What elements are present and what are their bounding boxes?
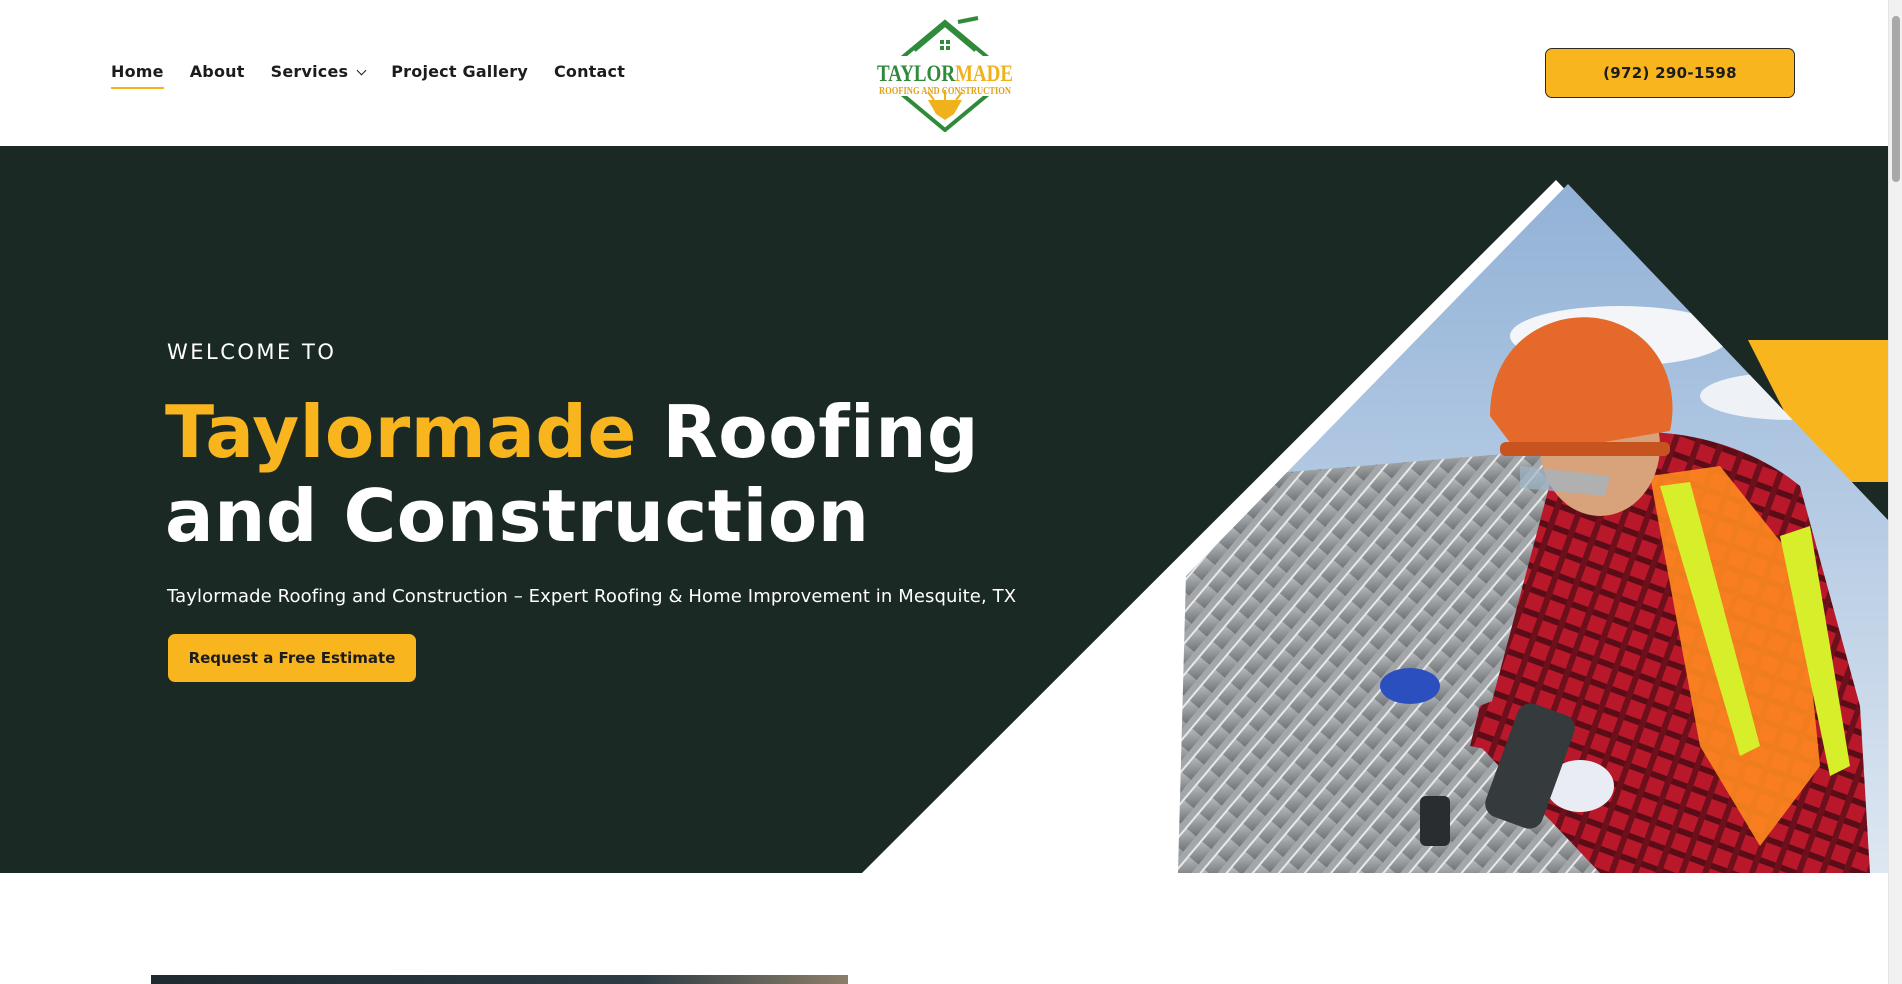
phone-button[interactable]: (972) 290-1598 xyxy=(1545,48,1795,98)
hero-section: WELCOME TO Taylormade Roofing and Constr… xyxy=(0,146,1888,873)
svg-text:TAYLORMADE: TAYLORMADE xyxy=(877,61,1013,86)
nav-contact[interactable]: Contact xyxy=(554,62,625,81)
page-scrollbar[interactable] xyxy=(1888,0,1902,984)
logo-name-part2: MADE xyxy=(955,61,1013,86)
logo-emblem: TAYLORMADE ROOFING AND CONSTRUCTION xyxy=(876,16,1014,133)
hero-headline-brand: Taylormade xyxy=(165,390,637,474)
site-header: Home About Services Project Gallery Cont… xyxy=(0,0,1888,146)
request-estimate-button[interactable]: Request a Free Estimate xyxy=(168,634,416,682)
logo-subtitle: ROOFING AND CONSTRUCTION xyxy=(879,86,1012,97)
nav-project-gallery[interactable]: Project Gallery xyxy=(391,62,528,81)
nav-home[interactable]: Home xyxy=(111,62,164,89)
nav-services[interactable]: Services xyxy=(270,62,367,81)
section-image-preview xyxy=(151,975,848,984)
hero-headline: Taylormade Roofing and Construction xyxy=(165,390,1005,558)
logo-name-part1: TAYLOR xyxy=(877,61,955,86)
chevron-down-icon xyxy=(356,65,367,76)
main-nav: Home About Services Project Gallery Cont… xyxy=(111,62,651,89)
nav-services-label: Services xyxy=(270,62,349,81)
hero-tagline: Taylormade Roofing and Construction – Ex… xyxy=(167,586,1017,607)
site-logo[interactable]: TAYLORMADE ROOFING AND CONSTRUCTION xyxy=(876,16,1014,133)
nav-about[interactable]: About xyxy=(190,62,245,81)
scrollbar-thumb[interactable] xyxy=(1892,16,1900,182)
hero-eyebrow: WELCOME TO xyxy=(167,340,337,364)
